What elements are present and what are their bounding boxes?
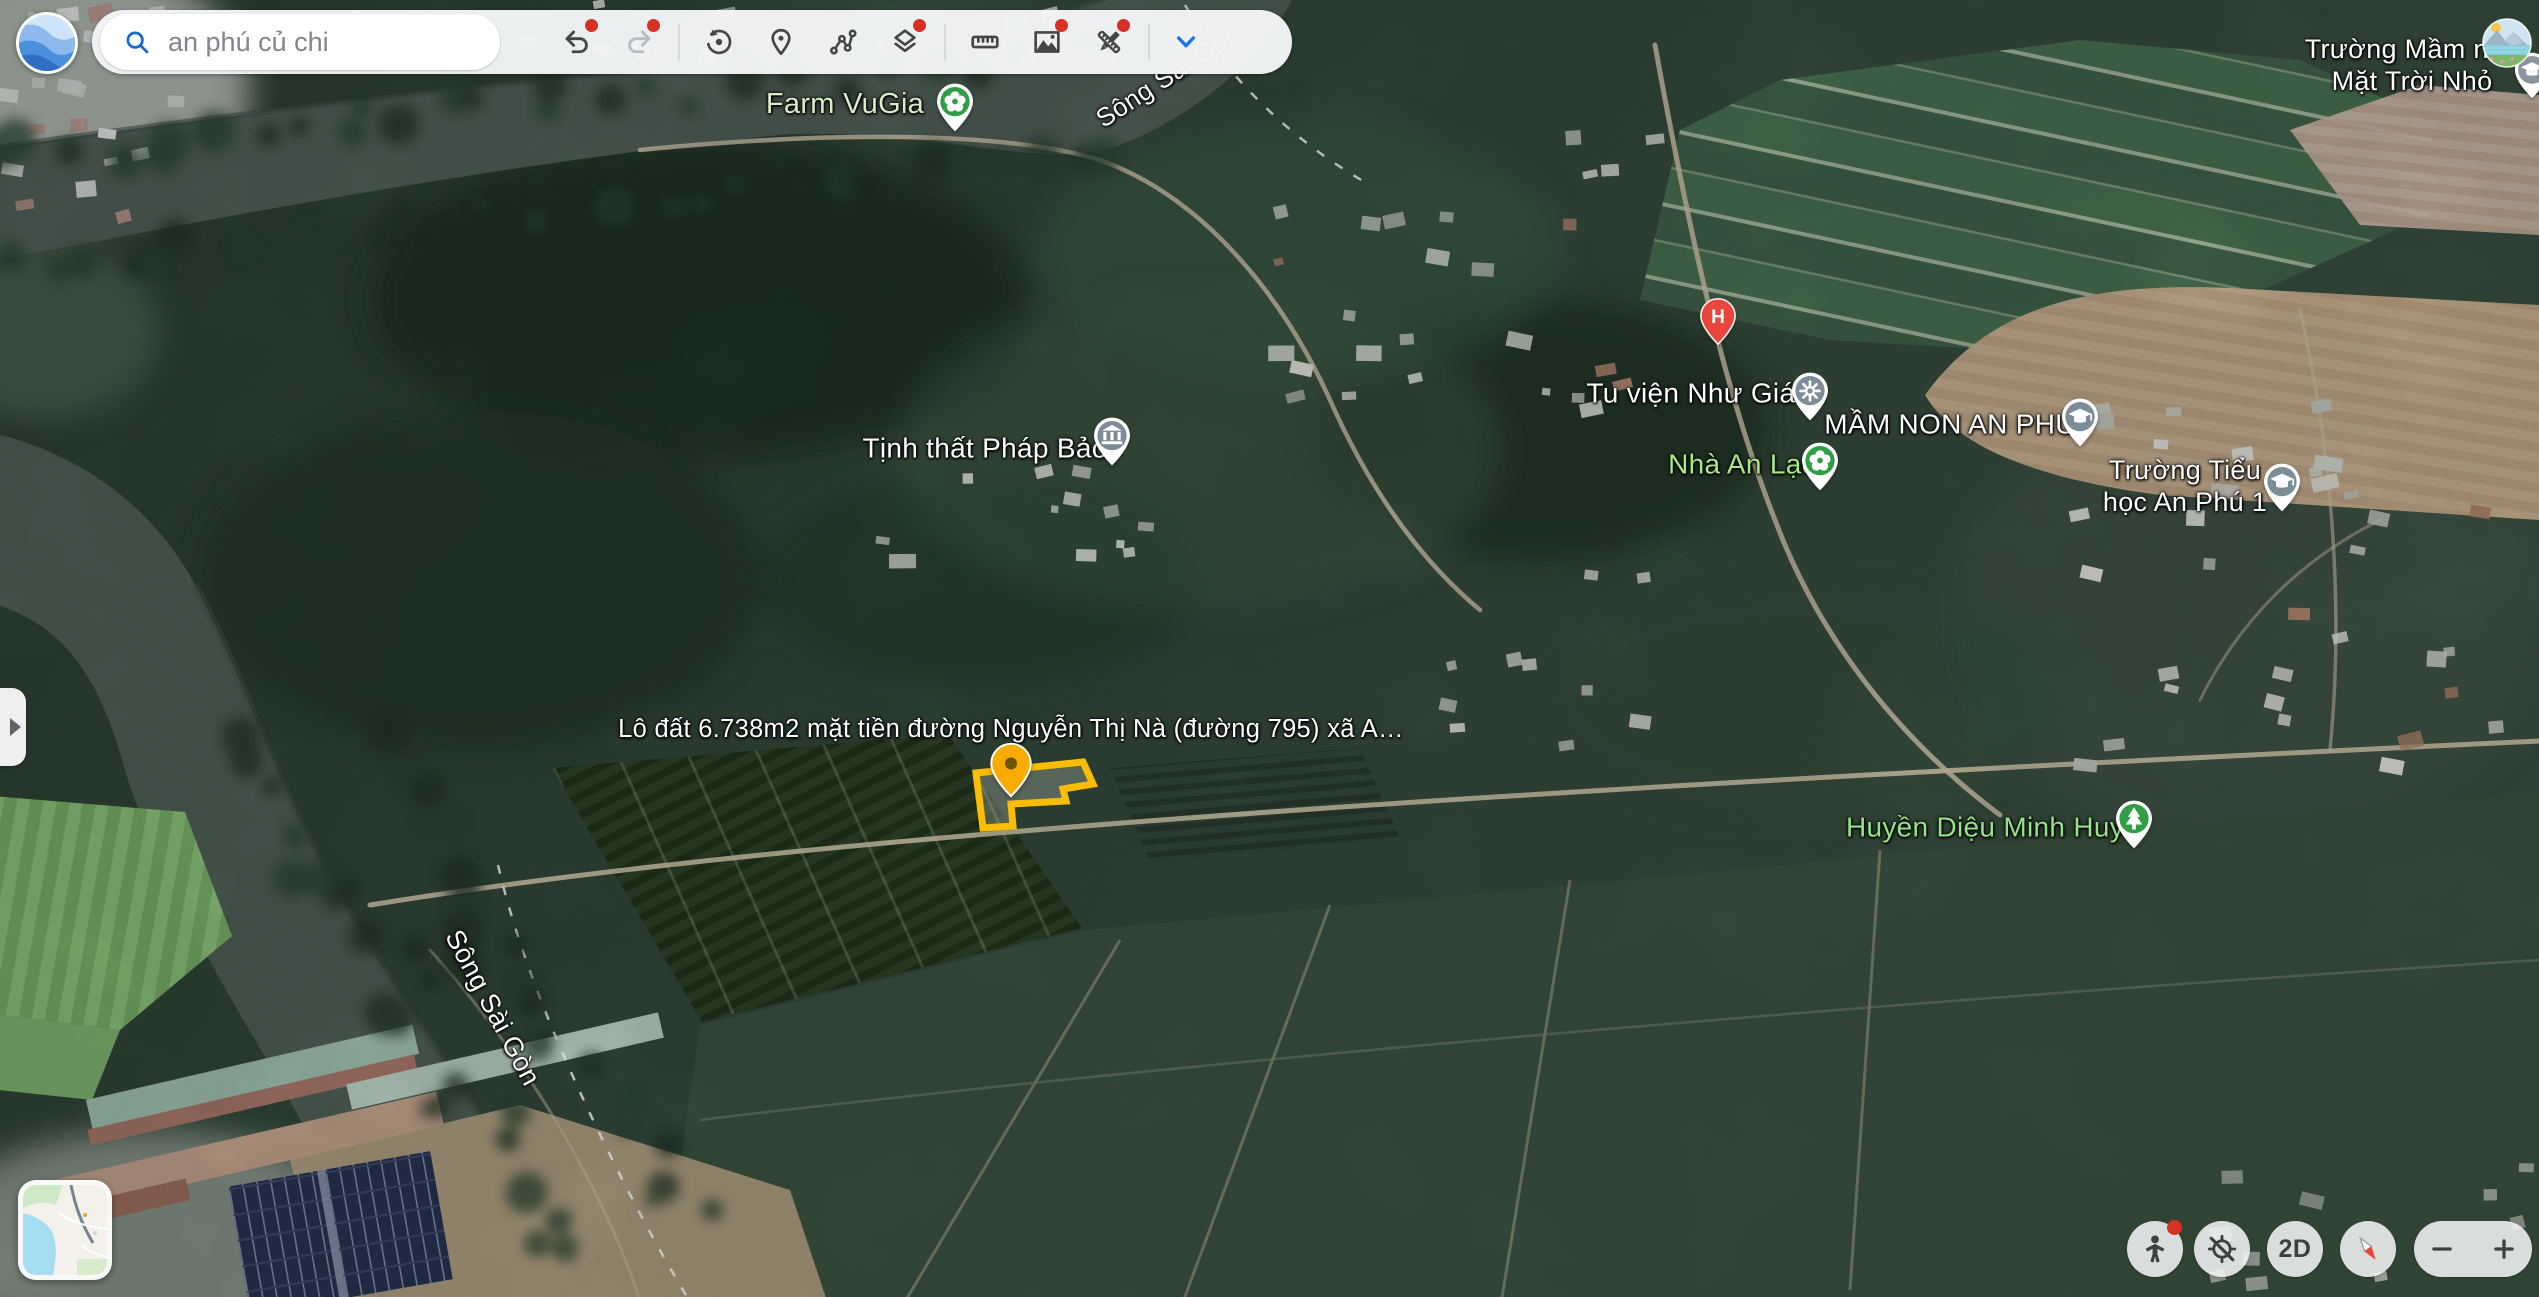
map-label-tinh-that-phap-bao[interactable]: Tịnh thất Pháp Bảo <box>862 431 1107 464</box>
toolbar-buttons <box>554 19 1206 65</box>
photo-thumbnail[interactable] <box>2482 18 2532 68</box>
measure-button[interactable] <box>962 19 1008 65</box>
path-button[interactable] <box>820 19 866 65</box>
map-label-truong-tieu-hoc-an-phu-1[interactable]: Trường Tiểu học An Phú 1 <box>2103 455 2267 519</box>
photos-button[interactable] <box>1024 19 1070 65</box>
parcel-label[interactable]: Lô đất 6.738m2 mặt tiền đường Nguyễn Thị… <box>618 714 1404 744</box>
map-label-farm-vugia[interactable]: Farm VuGia <box>766 87 924 121</box>
sidebar-expand-handle[interactable] <box>0 688 26 766</box>
svg-text:H: H <box>1711 307 1725 328</box>
notification-dot <box>647 19 660 32</box>
pin-tinh-that-phap-bao[interactable] <box>1092 416 1132 467</box>
notification-dot <box>585 19 598 32</box>
map-label-mam-non-an-phu[interactable]: MẦM NON AN PHÚ <box>1824 407 2076 440</box>
notification-dot <box>913 19 926 32</box>
more-button[interactable] <box>1166 19 1206 65</box>
search-bar[interactable] <box>100 14 500 70</box>
map-label-tu-vien-nhu-giac[interactable]: Tu viện Như Giác <box>1586 376 1809 409</box>
polygon-button[interactable] <box>882 19 928 65</box>
notification-dot <box>1055 19 1068 32</box>
toolbar-divider <box>678 24 680 60</box>
pin-farm-vugia[interactable] <box>935 82 975 133</box>
toolbar <box>92 10 1292 74</box>
chevron-right-icon <box>10 718 21 736</box>
google-earth-logo[interactable] <box>15 11 79 75</box>
google-earth-app: Lô đất 6.738m2 mặt tiền đường Nguyễn Thị… <box>0 0 2539 1297</box>
map-label-nha-an-lac[interactable]: Nhà An Lạc <box>1668 447 1816 480</box>
notification-dot <box>1117 19 1130 32</box>
search-input[interactable] <box>166 26 486 59</box>
pin-huyen-dieu-minh-huy[interactable] <box>2114 799 2154 850</box>
tools-button[interactable] <box>1086 19 1132 65</box>
pin-mam-non-an-phu[interactable] <box>2060 397 2100 448</box>
search-icon <box>122 27 152 57</box>
minimap-layer-toggle[interactable] <box>18 1180 112 1280</box>
redo-button[interactable] <box>616 19 662 65</box>
pin-tu-vien-nhu-giac[interactable] <box>1790 371 1830 422</box>
pin-hospital[interactable]: H <box>1699 297 1737 346</box>
toolbar-divider <box>944 24 946 60</box>
pin-truong-tieu-hoc[interactable] <box>2262 462 2302 513</box>
parcel-outline[interactable] <box>0 0 2539 1297</box>
placemark-button[interactable] <box>758 19 804 65</box>
history-button[interactable] <box>696 19 742 65</box>
map-label-huyen-dieu-minh-huy[interactable]: Huyền Diệu Minh Huy. <box>1846 810 2130 843</box>
parcel-pin[interactable] <box>989 742 1033 798</box>
toolbar-divider <box>1148 24 1150 60</box>
undo-button[interactable] <box>554 19 600 65</box>
pin-nha-an-lac[interactable] <box>1800 441 1840 492</box>
